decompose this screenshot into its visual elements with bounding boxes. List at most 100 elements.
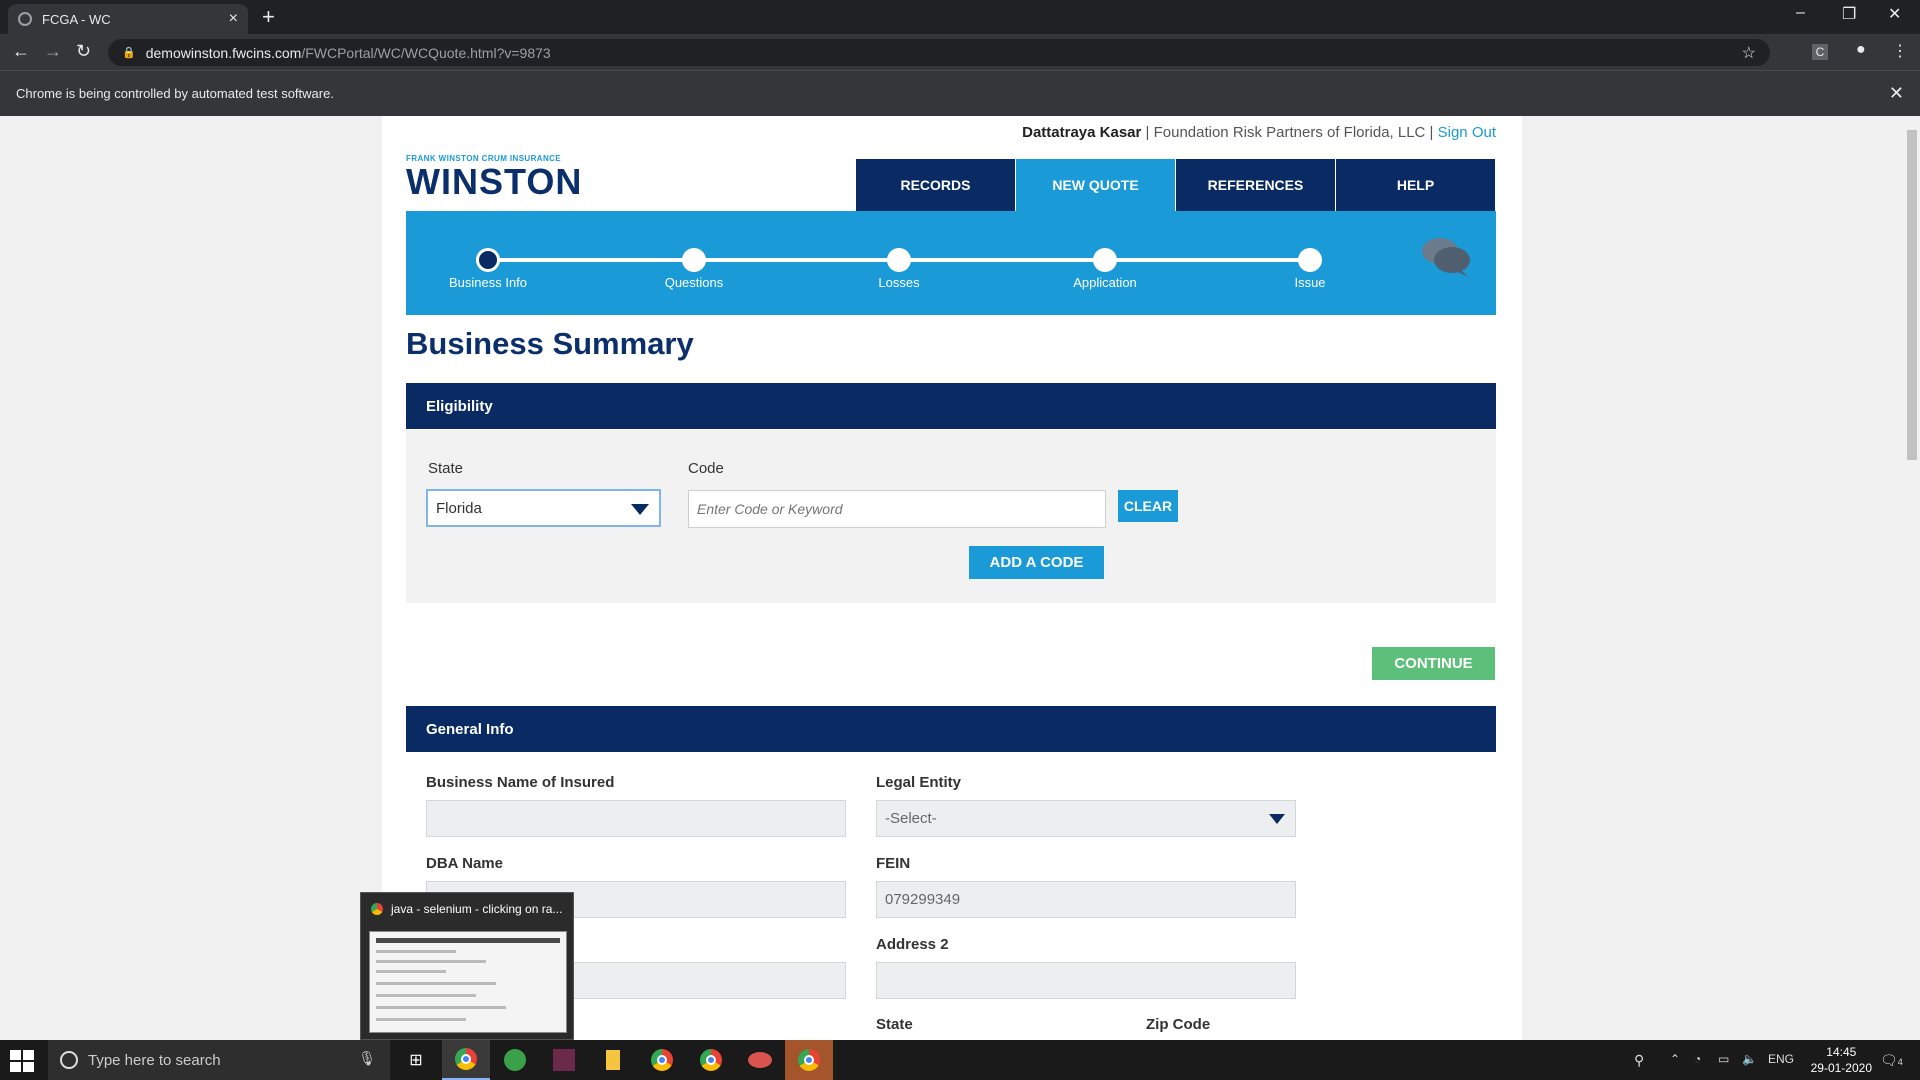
clock-time: 14:45 (1826, 1045, 1857, 1059)
step-dot (682, 248, 706, 272)
thumbnail-image (369, 931, 567, 1033)
address-2-field[interactable] (876, 962, 1296, 999)
step-losses[interactable]: Losses (839, 248, 959, 290)
battery-icon[interactable]: ▭ (1718, 1052, 1729, 1066)
taskbar-app-game[interactable] (540, 1040, 588, 1080)
nav-records[interactable]: RECORDS (856, 159, 1016, 211)
browser-tabstrip: FCGA - WC × + – ❐ ✕ (0, 0, 1920, 34)
clock-date: 29-01-2020 (1810, 1061, 1872, 1075)
user-name: Dattatraya Kasar (1022, 124, 1142, 141)
forward-icon[interactable]: → (44, 41, 62, 62)
step-label: Issue (1294, 275, 1326, 290)
task-view-icon[interactable]: ⊞ (392, 1040, 440, 1080)
fein-field[interactable]: 079299349 (876, 881, 1296, 918)
step-dot (1093, 248, 1117, 272)
taskbar-chrome-2[interactable] (638, 1040, 686, 1080)
code-search-input[interactable] (688, 490, 1106, 528)
taskbar-clock[interactable]: 14:45 29-01-2020 (1811, 1044, 1872, 1076)
new-tab-icon[interactable]: + (262, 4, 275, 30)
cortana-icon (60, 1051, 78, 1069)
taskbar-file-explorer[interactable] (589, 1040, 637, 1080)
general-info-header: General Info (406, 706, 1496, 752)
taskbar-search-box[interactable]: Type here to search 🎙 (48, 1040, 390, 1080)
infobar-close-icon[interactable]: ✕ (1889, 83, 1904, 104)
address-bar[interactable]: 🔒 demowinston.fwcins.com /FWCPortal/WC/W… (108, 39, 1770, 66)
nav-new-quote[interactable]: NEW QUOTE (1016, 159, 1176, 211)
clear-button[interactable]: CLEAR (1118, 490, 1178, 522)
taskbar-app-green[interactable] (491, 1040, 539, 1080)
logo-wordmark: WINSTON (406, 161, 583, 202)
agency-name: | Foundation Risk Partners of Florida, L… (1141, 124, 1438, 141)
step-application[interactable]: Application (1045, 248, 1165, 290)
fein-value: 079299349 (885, 891, 961, 908)
step-label: Business Info (448, 275, 528, 290)
step-label: Losses (878, 275, 920, 290)
step-label: Application (1073, 275, 1137, 290)
state-select-value: Florida (436, 499, 482, 517)
winston-logo[interactable]: FRANK WINSTON CRUM INSURANCE WINSTON (406, 154, 582, 201)
automation-infobar: Chrome is being controlled by automated … (0, 70, 1920, 116)
network-icon[interactable]: ◔ (1694, 1052, 1701, 1066)
lock-icon: 🔒 (122, 47, 136, 59)
extension-icon[interactable]: C (1812, 44, 1828, 60)
step-dot (1298, 248, 1322, 272)
eligibility-panel: State Code Florida CLEAR ADD A CODE (406, 430, 1496, 603)
url-host: demowinston.fwcins.com (145, 44, 302, 61)
step-dot (887, 248, 911, 272)
language-indicator[interactable]: ENG (1768, 1052, 1794, 1066)
nav-help[interactable]: HELP (1336, 159, 1496, 211)
people-icon[interactable]: ⚲ (1634, 1052, 1644, 1069)
browser-tab[interactable]: FCGA - WC × (8, 4, 248, 34)
page-scrollbar[interactable] (1904, 116, 1920, 1040)
main-nav: RECORDS NEW QUOTE REFERENCES HELP (856, 159, 1496, 211)
step-business-info[interactable]: Business Info (428, 248, 548, 290)
step-issue[interactable]: Issue (1250, 248, 1370, 290)
windows-start-icon[interactable] (10, 1050, 34, 1072)
menu-kebab-icon[interactable]: ⋮ (1892, 41, 1908, 61)
taskbar-chrome-3[interactable] (687, 1040, 735, 1080)
chevron-down-icon (631, 504, 649, 515)
code-label: Code (688, 460, 724, 477)
legal-entity-value: -Select- (885, 810, 937, 827)
url-path: /FWCPortal/WC/WCQuote.html?v=9873 (301, 44, 551, 61)
taskbar-app-bird[interactable] (736, 1040, 784, 1080)
taskbar-thumbnail-preview[interactable]: java - selenium - clicking on ra... (360, 892, 574, 1040)
user-line: Dattatraya Kasar | Foundation Risk Partn… (1022, 124, 1496, 141)
dba-name-label: DBA Name (426, 855, 503, 872)
business-name-label: Business Name of Insured (426, 774, 615, 791)
window-close-icon[interactable]: ✕ (1888, 4, 1901, 24)
chat-bubbles-icon[interactable] (1420, 235, 1472, 279)
taskbar-chrome-1[interactable] (442, 1040, 490, 1080)
legal-entity-select[interactable]: -Select- (876, 800, 1296, 837)
bookmark-star-icon[interactable]: ☆ (1742, 43, 1756, 63)
step-questions[interactable]: Questions (634, 248, 754, 290)
volume-icon[interactable]: 🔈 (1742, 1052, 1757, 1066)
minimize-icon[interactable]: – (1796, 4, 1805, 22)
microphone-icon[interactable]: 🎙 (358, 1050, 376, 1067)
zip-code-label: Zip Code (1146, 1016, 1211, 1033)
sign-out-link[interactable]: Sign Out (1438, 124, 1496, 141)
add-code-button[interactable]: ADD A CODE (969, 546, 1104, 579)
tray-chevron-up-icon[interactable]: ⌃ (1670, 1052, 1680, 1066)
continue-button[interactable]: CONTINUE (1372, 647, 1495, 680)
quote-progress-bar: Business Info Questions Losses Applicati… (406, 211, 1496, 315)
taskbar-chrome-4[interactable] (785, 1040, 833, 1080)
page-viewport: Dattatraya Kasar | Foundation Risk Partn… (0, 116, 1904, 1040)
app-bird-icon (748, 1052, 772, 1068)
chrome-icon (371, 903, 383, 915)
profile-icon[interactable]: ● (1856, 41, 1866, 59)
state-select[interactable]: Florida (426, 489, 661, 527)
restore-icon[interactable]: ❐ (1842, 4, 1856, 24)
notifications-icon[interactable]: 🗨4 (1880, 1052, 1903, 1069)
state-label-general: State (876, 1016, 913, 1033)
app-game-icon (553, 1049, 575, 1071)
scrollbar-thumb[interactable] (1907, 130, 1917, 460)
legal-entity-label: Legal Entity (876, 774, 962, 791)
back-icon[interactable]: ← (12, 41, 30, 62)
nav-references[interactable]: REFERENCES (1176, 159, 1336, 211)
reload-icon[interactable]: ↻ (76, 41, 91, 62)
tab-close-icon[interactable]: × (229, 10, 238, 28)
business-name-field[interactable] (426, 800, 846, 837)
infobar-text: Chrome is being controlled by automated … (16, 86, 334, 101)
eligibility-header: Eligibility (406, 383, 1496, 429)
